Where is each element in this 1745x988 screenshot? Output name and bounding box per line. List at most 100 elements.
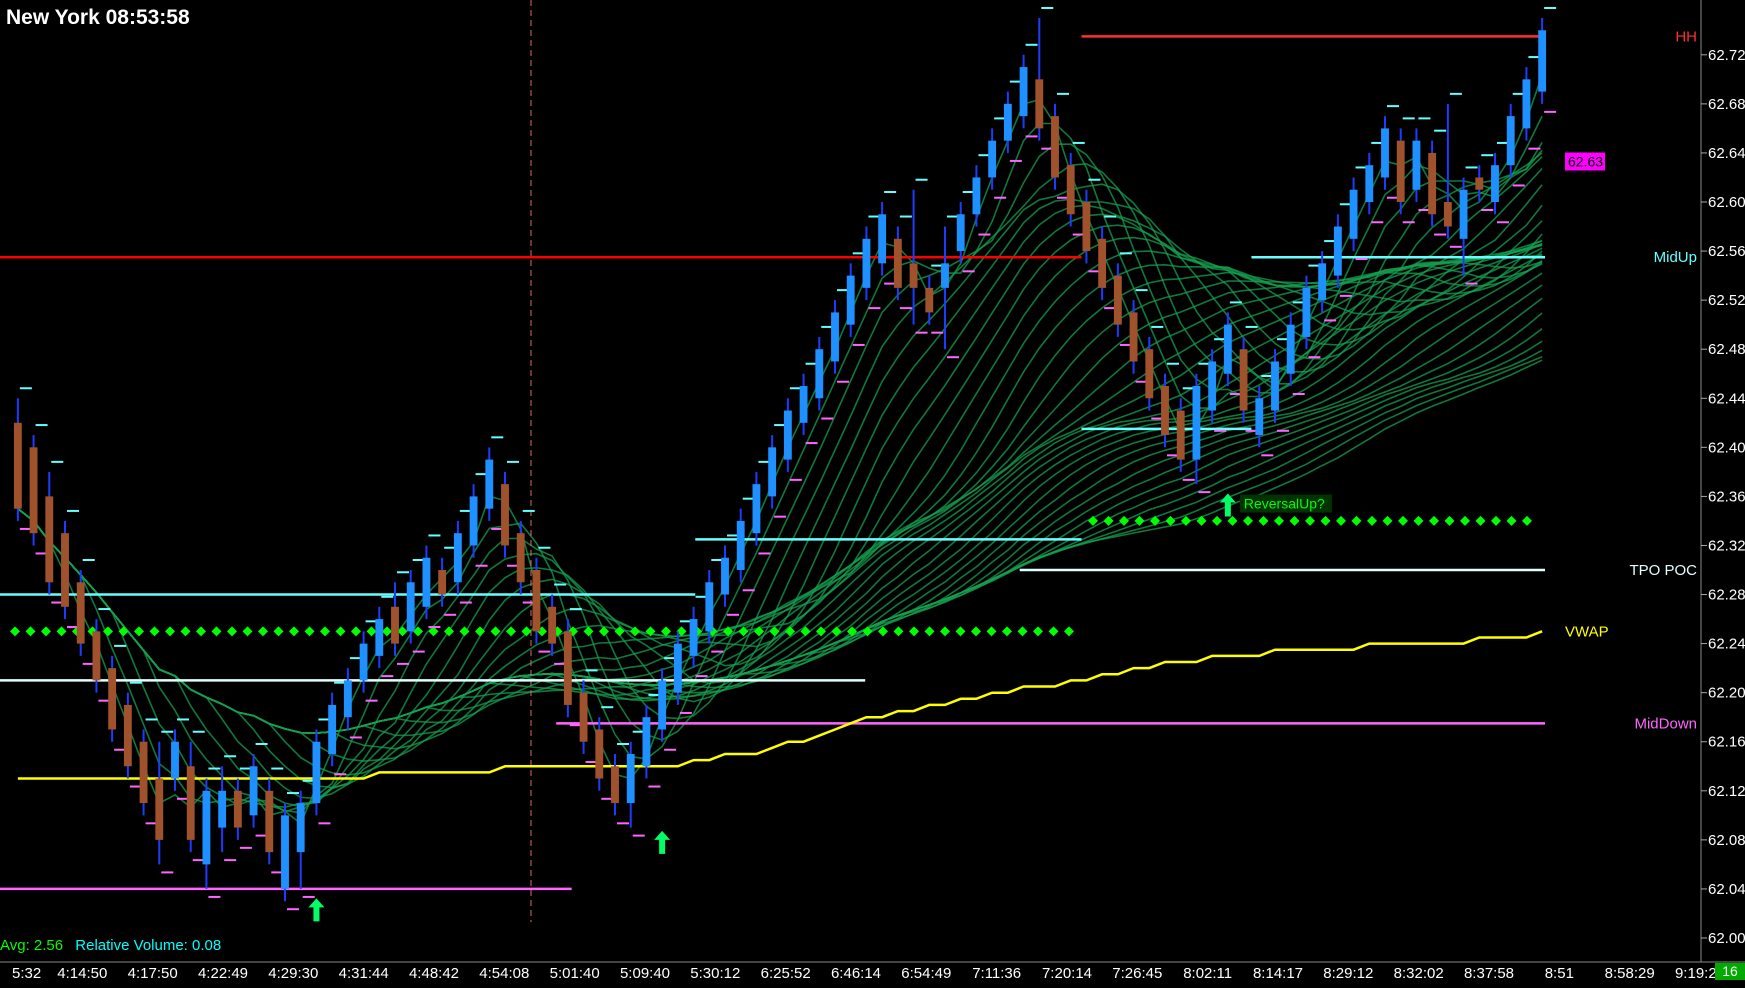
- diamond-marker: [1506, 515, 1517, 526]
- candle-body: [1129, 312, 1138, 362]
- diamond-marker: [1002, 626, 1012, 637]
- ma-line: [17, 239, 1543, 734]
- price-tag-label: 62.63: [1568, 154, 1603, 170]
- y-tick-label: 62.68: [1708, 96, 1745, 113]
- diamond-marker: [940, 626, 950, 637]
- diamond-marker: [986, 626, 997, 637]
- candle-body: [1098, 238, 1107, 288]
- candle-body: [893, 238, 902, 288]
- candle: [1051, 92, 1069, 199]
- diamond-marker: [1258, 515, 1269, 526]
- diamond-marker: [382, 626, 392, 637]
- candle: [1003, 80, 1022, 162]
- candle-body: [1239, 349, 1248, 411]
- ma-line: [17, 152, 1543, 808]
- ma-line: [17, 204, 1543, 762]
- x-tick-label: 8:02:11: [1183, 965, 1232, 982]
- x-tick-label: 6:46:14: [831, 965, 881, 982]
- ma-line: [17, 340, 1543, 734]
- candle-body: [1003, 103, 1012, 141]
- diamond-marker: [1460, 515, 1470, 526]
- diamond-marker: [1429, 515, 1439, 526]
- candle-body: [673, 643, 682, 693]
- diamond-marker: [304, 626, 315, 637]
- candle-body: [202, 790, 211, 865]
- y-tick-label: 62.60: [1708, 194, 1745, 211]
- candle-body: [1475, 177, 1484, 190]
- level-label: HH: [1675, 28, 1697, 45]
- y-tick-label: 62.48: [1708, 341, 1745, 358]
- diamond-marker: [1491, 515, 1501, 526]
- y-tick-label: 62.20: [1708, 685, 1745, 702]
- diamond-marker: [1033, 626, 1043, 637]
- candle-body: [831, 312, 839, 362]
- ma-line: [17, 359, 1543, 734]
- candle: [29, 424, 48, 555]
- candle-body: [752, 484, 761, 534]
- candle: [1443, 92, 1462, 248]
- candle-body: [61, 533, 69, 607]
- y-tick-label: 62.28: [1708, 587, 1745, 604]
- up-arrow-icon: [308, 898, 325, 922]
- x-tick-label: 7:11:36: [972, 965, 1021, 982]
- ma-line: [17, 240, 1543, 734]
- candle-body: [862, 238, 871, 288]
- candle-body: [1522, 79, 1531, 129]
- diamond-marker: [506, 626, 516, 637]
- candle: [501, 460, 519, 567]
- candle-body: [1491, 165, 1499, 202]
- price-chart[interactable]: HH MidUp TPO POC MidDown VWAP ReversalUp? 62.6…: [0, 0, 1745, 983]
- candle: [422, 534, 441, 629]
- diamond-marker: [258, 626, 268, 637]
- candle: [76, 559, 95, 665]
- diamond-marker: [1274, 515, 1284, 526]
- candle-body: [988, 140, 997, 178]
- candle-body: [281, 815, 289, 889]
- candle-body: [1365, 165, 1374, 202]
- chart-window[interactable]: HH MidUp TPO POC MidDown VWAP ReversalUp? 62.6…: [0, 0, 1745, 983]
- diamond-marker: [1413, 515, 1424, 526]
- diamond-marker: [1336, 515, 1346, 526]
- candle-body: [1318, 263, 1327, 301]
- candle-body: [658, 680, 667, 730]
- ma-line: [17, 349, 1543, 734]
- x-tick-label: 8:32:02: [1394, 965, 1444, 982]
- candle: [469, 473, 488, 567]
- diamond-marker: [118, 626, 129, 637]
- candle-body: [516, 533, 525, 583]
- candle-body: [233, 790, 242, 828]
- x-tick-label: 4:22:49: [198, 965, 248, 982]
- level-label: TPO POC: [1629, 562, 1697, 579]
- candle: [155, 730, 174, 874]
- y-tick-label: 62.08: [1708, 832, 1745, 849]
- candle-body: [1428, 152, 1437, 215]
- ma-line: [17, 149, 1543, 809]
- candle-body: [13, 422, 22, 509]
- diamond-marker: [1475, 515, 1486, 526]
- diamond-marker: [924, 626, 935, 637]
- status-bar: Avg: 2.56 Relative Volume: 0.08: [0, 937, 221, 954]
- candle: [438, 546, 457, 616]
- diamond-marker: [909, 626, 919, 637]
- candle-body: [29, 447, 38, 534]
- diamond-marker: [583, 626, 594, 637]
- x-tick-label: 4:54:08: [479, 965, 529, 982]
- y-tick-label: 62.12: [1708, 783, 1745, 800]
- candle-body: [532, 570, 541, 632]
- x-tick-label: 7:26:45: [1112, 965, 1162, 982]
- candle: [862, 215, 881, 310]
- candle: [13, 387, 32, 530]
- x-tick-label: 5:30:12: [690, 965, 740, 982]
- candle-body: [1286, 324, 1295, 374]
- diamond-marker: [196, 626, 206, 637]
- diamond-marker: [475, 626, 485, 637]
- diamond-marker: [1212, 515, 1222, 526]
- candle-body: [139, 741, 148, 804]
- candle-body: [108, 668, 117, 730]
- signal-label: ReversalUp?: [1244, 496, 1325, 512]
- candle-body: [595, 729, 604, 779]
- diamond-marker: [1048, 626, 1059, 637]
- diamond-marker: [242, 626, 253, 637]
- up-arrow-icon: [1219, 493, 1236, 517]
- y-tick-label: 62.36: [1708, 488, 1745, 505]
